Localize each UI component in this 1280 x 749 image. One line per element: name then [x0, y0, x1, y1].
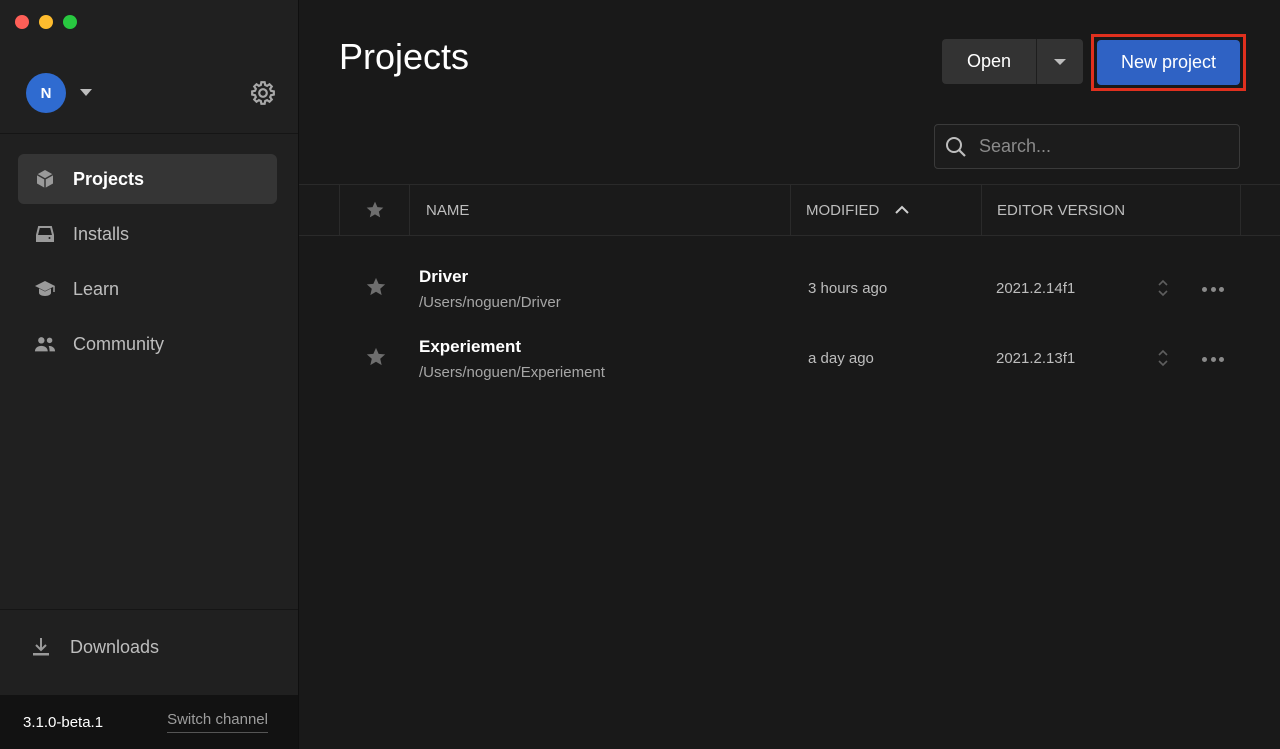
sidebar-nav: Projects Installs Learn Community — [18, 154, 277, 374]
star-icon[interactable] — [365, 276, 387, 298]
app-version: 3.1.0-beta.1 — [23, 713, 104, 731]
main-content: Projects Open New project NAME MODIFIED — [299, 0, 1280, 749]
project-path: /Users/noguen/Driver — [419, 294, 561, 311]
more-options-icon[interactable] — [1202, 350, 1224, 368]
cube-icon — [34, 168, 56, 190]
page-title: Projects — [339, 36, 470, 77]
gear-icon[interactable] — [250, 80, 276, 106]
sidebar: N Projects Installs Learn Community Down… — [0, 0, 299, 749]
sidebar-item-projects[interactable]: Projects — [18, 154, 277, 204]
project-path: /Users/noguen/Experiement — [419, 364, 605, 381]
app-window: N Projects Installs Learn Community Down… — [0, 0, 1280, 749]
people-icon — [34, 333, 56, 355]
search-box — [934, 124, 1240, 169]
name-column-header[interactable]: NAME — [409, 185, 790, 235]
switch-channel-link[interactable]: Switch channel — [167, 711, 268, 733]
sidebar-item-installs[interactable]: Installs — [18, 209, 277, 259]
sidebar-item-label: Projects — [73, 168, 145, 189]
project-name: Experiement — [419, 337, 522, 356]
more-options-icon[interactable] — [1202, 280, 1224, 298]
sidebar-item-community[interactable]: Community — [18, 319, 277, 369]
graduation-cap-icon — [34, 278, 56, 300]
divider — [0, 609, 298, 610]
open-button[interactable]: Open — [942, 39, 1037, 84]
favorite-column-header[interactable] — [339, 185, 409, 235]
chevron-down-icon[interactable] — [80, 89, 92, 96]
editor-version-column-header[interactable]: EDITOR VERSION — [981, 185, 1240, 235]
account-row: N — [26, 72, 276, 114]
downloads-label: Downloads — [70, 636, 160, 657]
search-input[interactable] — [979, 136, 1229, 157]
drive-icon — [34, 223, 56, 245]
modified-column-header[interactable]: MODIFIED — [790, 185, 981, 235]
table-header: NAME MODIFIED EDITOR VERSION — [299, 184, 1280, 236]
table-row[interactable]: Experiement /Users/noguen/Experiement a … — [299, 324, 1280, 394]
actions-column-header — [1240, 185, 1280, 235]
sidebar-item-label: Learn — [73, 278, 120, 299]
sidebar-item-label: Community — [73, 333, 165, 354]
star-icon — [366, 201, 383, 218]
project-modified: 3 hours ago — [808, 280, 888, 297]
maximize-window-button[interactable] — [63, 15, 77, 29]
open-dropdown-button[interactable] — [1037, 39, 1083, 84]
version-bar: 3.1.0-beta.1 Switch channel — [0, 695, 298, 749]
sidebar-item-label: Installs — [73, 223, 130, 244]
projects-list: Driver /Users/noguen/Driver 3 hours ago … — [299, 254, 1280, 394]
chevron-up-icon — [895, 205, 910, 214]
divider — [0, 133, 298, 134]
close-window-button[interactable] — [15, 15, 29, 29]
version-selector-icon[interactable] — [1156, 278, 1170, 298]
sidebar-item-learn[interactable]: Learn — [18, 264, 277, 314]
project-editor-version: 2021.2.14f1 — [996, 280, 1076, 297]
project-editor-version: 2021.2.13f1 — [996, 350, 1076, 367]
version-selector-icon[interactable] — [1156, 348, 1170, 368]
project-name: Driver — [419, 267, 469, 286]
minimize-window-button[interactable] — [39, 15, 53, 29]
column-label: MODIFIED — [806, 201, 880, 219]
new-project-highlight: New project — [1091, 34, 1246, 91]
star-icon[interactable] — [365, 346, 387, 368]
new-project-button[interactable]: New project — [1097, 40, 1240, 85]
search-icon — [946, 136, 966, 157]
downloads-button[interactable]: Downloads — [30, 636, 159, 658]
project-modified: a day ago — [808, 350, 874, 367]
chevron-down-icon — [1054, 58, 1066, 65]
open-button-group: Open — [942, 39, 1083, 84]
download-icon — [30, 636, 52, 658]
avatar[interactable]: N — [26, 73, 66, 113]
window-controls — [15, 15, 77, 29]
table-row[interactable]: Driver /Users/noguen/Driver 3 hours ago … — [299, 254, 1280, 324]
